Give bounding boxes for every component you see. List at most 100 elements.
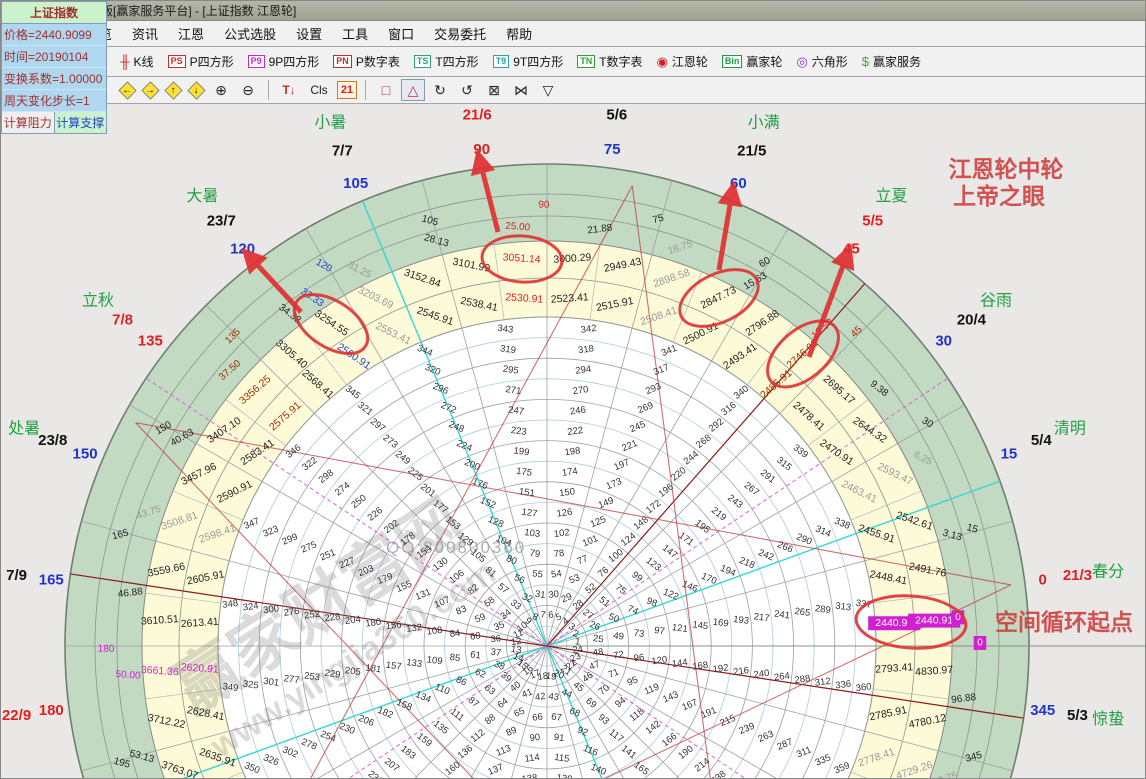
hexagon-label: 六角形 <box>812 53 848 70</box>
9p-square-label: 9P四方形 <box>269 53 320 70</box>
svg-text:223: 223 <box>510 425 527 438</box>
rotate-ccw-button[interactable]: ↺ <box>455 79 479 101</box>
menu-item-2[interactable]: 资讯 <box>123 21 167 46</box>
svg-text:246: 246 <box>569 405 586 418</box>
svg-text:342: 342 <box>580 323 597 336</box>
gann-wheel-chart-area[interactable]: 赢家财富网www.yingjia360.comQQ:80080036012345… <box>1 105 1146 779</box>
svg-text:157: 157 <box>385 660 402 673</box>
svg-text:294: 294 <box>575 364 592 377</box>
toolbar-button-p-table[interactable]: PNP数字表 <box>326 50 407 73</box>
shift-left-button[interactable]: ← <box>117 80 137 100</box>
svg-text:67: 67 <box>550 711 562 723</box>
menu-item-8[interactable]: 交易委托 <box>425 21 495 46</box>
svg-text:205: 205 <box>344 665 361 678</box>
svg-text:138: 138 <box>521 772 538 779</box>
p-table-label: P数字表 <box>356 53 400 70</box>
calc-resistance-button[interactable]: 计算阻力 <box>2 112 55 133</box>
title-bar: 赢 赢家江恩专业版[赢家服务平台] - [上证指数 江恩轮] <box>1 1 1145 21</box>
square-tool-button[interactable]: □ <box>374 79 398 101</box>
zoom-in-button[interactable]: ⊕ <box>209 79 233 101</box>
svg-text:324: 324 <box>242 601 259 614</box>
svg-text:276: 276 <box>283 606 300 619</box>
svg-text:小暑: 小暑 <box>314 113 346 131</box>
menu-item-5[interactable]: 设置 <box>287 21 331 46</box>
center-tool-button[interactable]: ⋈ <box>509 79 533 101</box>
svg-text:20/4: 20/4 <box>957 311 987 328</box>
toolbar-separator <box>268 80 269 100</box>
svg-text:22/9: 22/9 <box>2 707 31 724</box>
p-square-label: P四方形 <box>190 53 234 70</box>
svg-text:72: 72 <box>613 649 625 661</box>
toolbar-button-kline[interactable]: ╫K线 <box>113 50 160 73</box>
svg-text:133: 133 <box>406 657 423 670</box>
menu-item-7[interactable]: 窗口 <box>379 21 423 46</box>
t-table-icon: TN <box>577 55 595 68</box>
shift-down-icon: ↓ <box>194 85 199 96</box>
kline-label: K线 <box>134 53 154 70</box>
svg-text:61: 61 <box>469 649 481 661</box>
svg-text:25: 25 <box>592 633 604 645</box>
zoom-out-button[interactable]: ⊖ <box>236 79 260 101</box>
toolbar-button-9t-square[interactable]: T99T四方形 <box>486 50 571 73</box>
menu-item-9[interactable]: 帮助 <box>497 21 541 46</box>
price-row: 价格=2440.9099 <box>2 24 106 46</box>
cls-button-button[interactable]: Cls <box>304 79 334 101</box>
svg-text:48: 48 <box>592 647 604 659</box>
app-window: 赢 赢家江恩专业版[赢家服务平台] - [上证指数 江恩轮] 赢 文件浏览资讯江… <box>0 0 1146 779</box>
svg-text:90: 90 <box>473 141 490 158</box>
toolbar-main: ▦行情▚板块╫K线PSP四方形P99P四方形PNP数字表TST四方形T99T四方… <box>1 47 1145 77</box>
shift-right-button[interactable]: → <box>140 80 160 100</box>
shift-up-button[interactable]: ↑ <box>163 80 183 100</box>
gann-wheel-icon: ◉ <box>657 55 668 68</box>
svg-text:174: 174 <box>561 466 578 479</box>
toolbar-nav: ◀▶▲▼←→↑↓⊕⊖T↓Cls21□△↻↺⊠⋈▽ <box>1 77 1145 104</box>
toolbar-button-t-table[interactable]: TN T数字表 <box>570 50 649 73</box>
toolbar-button-winner-wheel[interactable]: Bin赢家轮 <box>715 50 790 73</box>
svg-text:312: 312 <box>814 676 831 689</box>
menu-item-3[interactable]: 江恩 <box>169 21 213 46</box>
svg-text:139: 139 <box>556 772 573 779</box>
svg-text:78: 78 <box>553 548 565 560</box>
menu-item-4[interactable]: 公式选股 <box>215 21 285 46</box>
t-table-label: T数字表 <box>599 53 642 70</box>
svg-text:惊蛰: 惊蛰 <box>1092 710 1124 728</box>
svg-text:150: 150 <box>73 446 98 463</box>
svg-text:36: 36 <box>490 633 502 645</box>
svg-text:319: 319 <box>499 343 516 356</box>
svg-text:181: 181 <box>365 662 382 675</box>
svg-text:132: 132 <box>406 622 423 635</box>
toolbar-button-9p-square[interactable]: P99P四方形 <box>241 50 327 73</box>
svg-text:105: 105 <box>343 175 368 192</box>
svg-text:120: 120 <box>230 240 255 257</box>
axis-toggle-button[interactable]: T↓ <box>277 79 301 101</box>
calendar-button[interactable]: 21 <box>337 81 357 99</box>
winner-wheel-icon: Bin <box>722 55 743 68</box>
calc-support-button[interactable]: 计算支撑 <box>55 112 107 133</box>
svg-text:217: 217 <box>753 611 770 624</box>
toolbar-button-winner-service[interactable]: $赢家服务 <box>855 50 928 73</box>
menu-item-6[interactable]: 工具 <box>333 21 377 46</box>
toolbar-button-p-square[interactable]: PSP四方形 <box>161 50 241 73</box>
rotate-cw-button[interactable]: ↻ <box>428 79 452 101</box>
menu-bar: 赢 文件浏览资讯江恩公式选股设置工具窗口交易委托帮助 <box>1 21 1145 47</box>
svg-text:135: 135 <box>138 333 163 350</box>
svg-text:谷雨: 谷雨 <box>980 292 1012 310</box>
toolbar-button-hexagon[interactable]: ◎六角形 <box>789 50 854 73</box>
svg-text:252: 252 <box>303 609 320 622</box>
date-row: 时间=20190104 <box>2 46 106 68</box>
t-square-icon: TS <box>414 55 432 68</box>
toolbar-button-gann-wheel[interactable]: ◉江恩轮 <box>650 50 715 73</box>
shift-down-button[interactable]: ↓ <box>186 80 206 100</box>
gann-wheel-svg[interactable]: 赢家财富网www.yingjia360.comQQ:80080036012345… <box>1 105 1146 779</box>
box-x-button[interactable]: ⊠ <box>482 79 506 101</box>
triangle-tool-button[interactable]: △ <box>401 79 425 101</box>
svg-text:97: 97 <box>653 625 665 637</box>
svg-text:349: 349 <box>222 681 239 694</box>
svg-text:30: 30 <box>935 333 952 350</box>
toolbar-button-t-square[interactable]: TST四方形 <box>407 50 486 73</box>
svg-text:31: 31 <box>534 589 546 601</box>
svg-text:175: 175 <box>516 466 533 479</box>
svg-text:43: 43 <box>548 691 560 703</box>
svg-text:169: 169 <box>712 617 729 630</box>
filter-tool-button[interactable]: ▽ <box>536 79 560 101</box>
